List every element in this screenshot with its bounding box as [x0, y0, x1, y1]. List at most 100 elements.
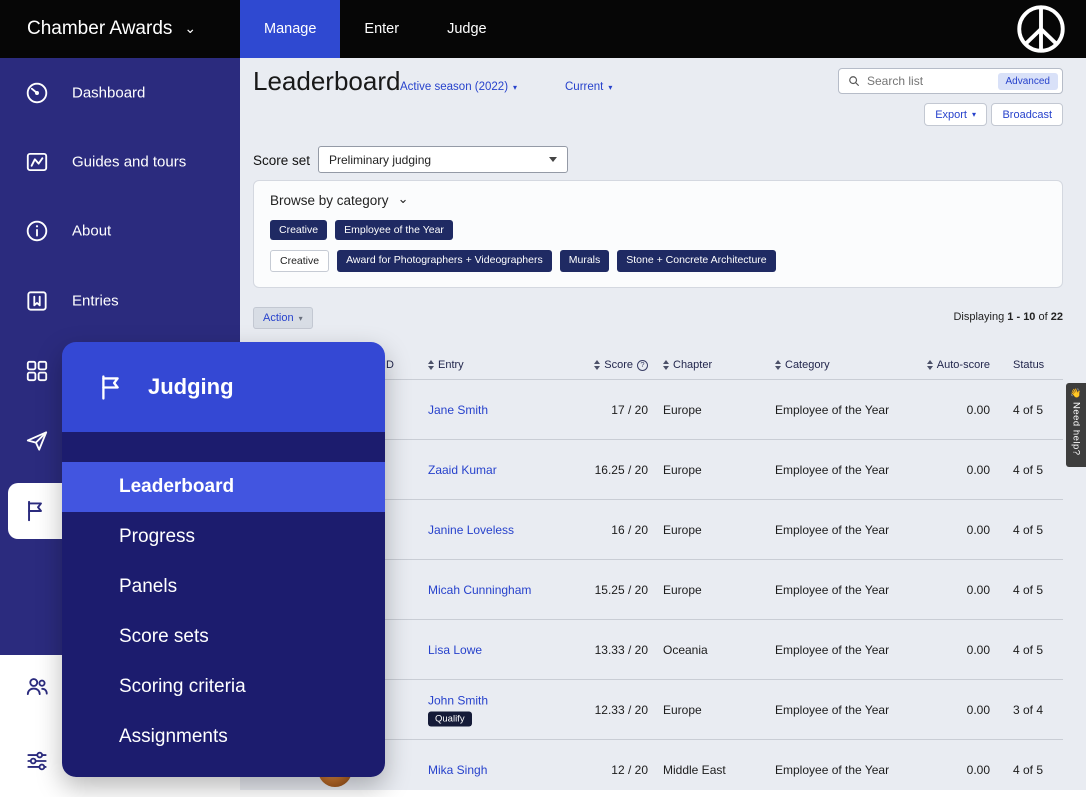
topbar: Chamber Awards ⌄ Manage Enter Judge: [0, 0, 1086, 58]
judging-flag-icon: [22, 498, 48, 524]
status-value: 4 of 5: [1013, 763, 1043, 777]
search-box: Advanced: [838, 68, 1063, 94]
sort-icon: [594, 360, 600, 370]
topbar-tabs: Manage Enter Judge: [240, 0, 511, 58]
column-header-status: Status: [1013, 359, 1044, 371]
search-input[interactable]: [867, 74, 992, 88]
flyout-item-assignments[interactable]: Assignments: [62, 712, 385, 762]
caret-down-icon: ▾: [972, 110, 976, 119]
score-info-icon[interactable]: ?: [637, 360, 648, 371]
language-globe-icon[interactable]: [1012, 0, 1086, 58]
sort-icon: [927, 360, 933, 370]
status-value: 4 of 5: [1013, 463, 1043, 477]
page-title: Leaderboard: [253, 66, 400, 97]
tab-enter[interactable]: Enter: [340, 0, 423, 58]
sidebar-item-guides[interactable]: Guides and tours: [0, 136, 240, 188]
users-icon[interactable]: [24, 673, 50, 699]
chapter-value: Europe: [663, 463, 702, 477]
auto-score-value: 0.00: [883, 643, 990, 657]
flyout-item-score-sets[interactable]: Score sets: [62, 612, 385, 662]
season-selector[interactable]: Active season (2022) ▾: [400, 81, 517, 93]
entry-link[interactable]: Lisa Lowe: [428, 643, 482, 657]
browse-by-category-toggle[interactable]: Browse by category ⌄: [270, 193, 408, 208]
column-header-score[interactable]: Score ?: [573, 359, 648, 371]
status-value: 4 of 5: [1013, 643, 1043, 657]
auto-score-value: 0.00: [883, 763, 990, 777]
flyout-item-progress[interactable]: Progress: [62, 512, 385, 562]
flyout-item-panels[interactable]: Panels: [62, 562, 385, 612]
entry-link[interactable]: Janine Loveless: [428, 523, 514, 537]
score-set-select[interactable]: Preliminary judging: [318, 146, 568, 173]
status-value: 4 of 5: [1013, 523, 1043, 537]
grid-apps-icon[interactable]: [24, 358, 50, 384]
flag-icon: [95, 372, 126, 403]
auto-score-value: 0.00: [883, 583, 990, 597]
category-chip[interactable]: Award for Photographers + Videographers: [337, 250, 552, 272]
score-value: 15.25 / 20: [573, 583, 648, 597]
category-value: Employee of the Year: [775, 763, 889, 777]
tab-manage[interactable]: Manage: [240, 0, 340, 58]
send-icon[interactable]: [24, 428, 50, 454]
status-value: 4 of 5: [1013, 583, 1043, 597]
auto-score-value: 0.00: [883, 523, 990, 537]
entry-link[interactable]: Zaaid Kumar: [428, 463, 497, 477]
auto-score-value: 0.00: [883, 403, 990, 417]
column-header-auto-score[interactable]: Auto-score: [883, 359, 990, 371]
flyout-item-scoring-criteria[interactable]: Scoring criteria: [62, 662, 385, 712]
advanced-search-button[interactable]: Advanced: [998, 73, 1058, 90]
brand-menu[interactable]: Chamber Awards ⌄: [0, 0, 240, 58]
qualify-tag: Qualify: [428, 711, 472, 726]
column-header-category[interactable]: Category: [775, 359, 830, 371]
flyout-item-leaderboard[interactable]: Leaderboard: [62, 462, 385, 512]
score-value: 12 / 20: [573, 763, 648, 777]
category-value: Employee of the Year: [775, 643, 889, 657]
score-value: 13.33 / 20: [573, 643, 648, 657]
need-help-tab[interactable]: 👋 Need help?: [1066, 383, 1086, 467]
export-button[interactable]: Export ▾: [924, 103, 987, 126]
chapter-value: Middle East: [663, 763, 726, 777]
need-help-label: Need help?: [1071, 402, 1082, 456]
category-chip[interactable]: Creative: [270, 250, 329, 272]
category-chip[interactable]: Stone + Concrete Architecture: [617, 250, 775, 272]
entry-link[interactable]: Mika Singh: [428, 763, 487, 777]
browse-by-category-panel: Browse by category ⌄ Creative Employee o…: [253, 180, 1063, 288]
score-value: 12.33 / 20: [573, 703, 648, 717]
bottom-strip: [0, 790, 1086, 797]
sidebar-item-entries[interactable]: Entries: [0, 275, 240, 327]
chevron-down-icon: ⌄: [398, 191, 409, 207]
sidebar-item-dashboard[interactable]: Dashboard: [0, 67, 240, 119]
tab-judge[interactable]: Judge: [423, 0, 511, 58]
round-selector[interactable]: Current ▾: [565, 81, 612, 93]
score-set-value: Preliminary judging: [329, 153, 431, 167]
sidebar-item-about[interactable]: About: [0, 205, 240, 257]
column-header-chapter[interactable]: Chapter: [663, 359, 712, 371]
judging-flyout: Judging Leaderboard Progress Panels Scor…: [62, 342, 385, 777]
entries-icon: [24, 288, 50, 314]
settings-sliders-icon[interactable]: [24, 748, 50, 774]
entry-link[interactable]: Micah Cunningham: [428, 583, 531, 597]
column-header-entry[interactable]: Entry: [428, 359, 464, 371]
flyout-title: Judging: [148, 374, 234, 400]
action-button[interactable]: Action ▾: [253, 307, 313, 329]
category-chip[interactable]: Creative: [270, 220, 327, 240]
brand-label: Chamber Awards: [27, 18, 172, 40]
action-label: Action: [263, 312, 294, 324]
category-value: Employee of the Year: [775, 403, 889, 417]
category-chip[interactable]: Murals: [560, 250, 610, 272]
category-chip[interactable]: Employee of the Year: [335, 220, 453, 240]
wave-emoji-icon: 👋: [1070, 388, 1081, 399]
sort-icon: [428, 360, 434, 370]
auto-score-value: 0.00: [883, 703, 990, 717]
chapter-value: Oceania: [663, 643, 708, 657]
entry-link[interactable]: Jane Smith: [428, 403, 488, 417]
chevron-down-icon: ⌄: [184, 20, 196, 37]
broadcast-button[interactable]: Broadcast: [991, 103, 1063, 126]
browse-title-label: Browse by category: [270, 193, 389, 208]
chapter-value: Europe: [663, 703, 702, 717]
flyout-header[interactable]: Judging: [62, 342, 385, 432]
category-chip-row: Creative Employee of the Year: [270, 220, 453, 240]
entry-link[interactable]: John Smith: [428, 693, 488, 707]
sidebar-item-label: Guides and tours: [72, 154, 186, 171]
category-value: Employee of the Year: [775, 583, 889, 597]
sidebar-item-judging[interactable]: [8, 483, 62, 539]
